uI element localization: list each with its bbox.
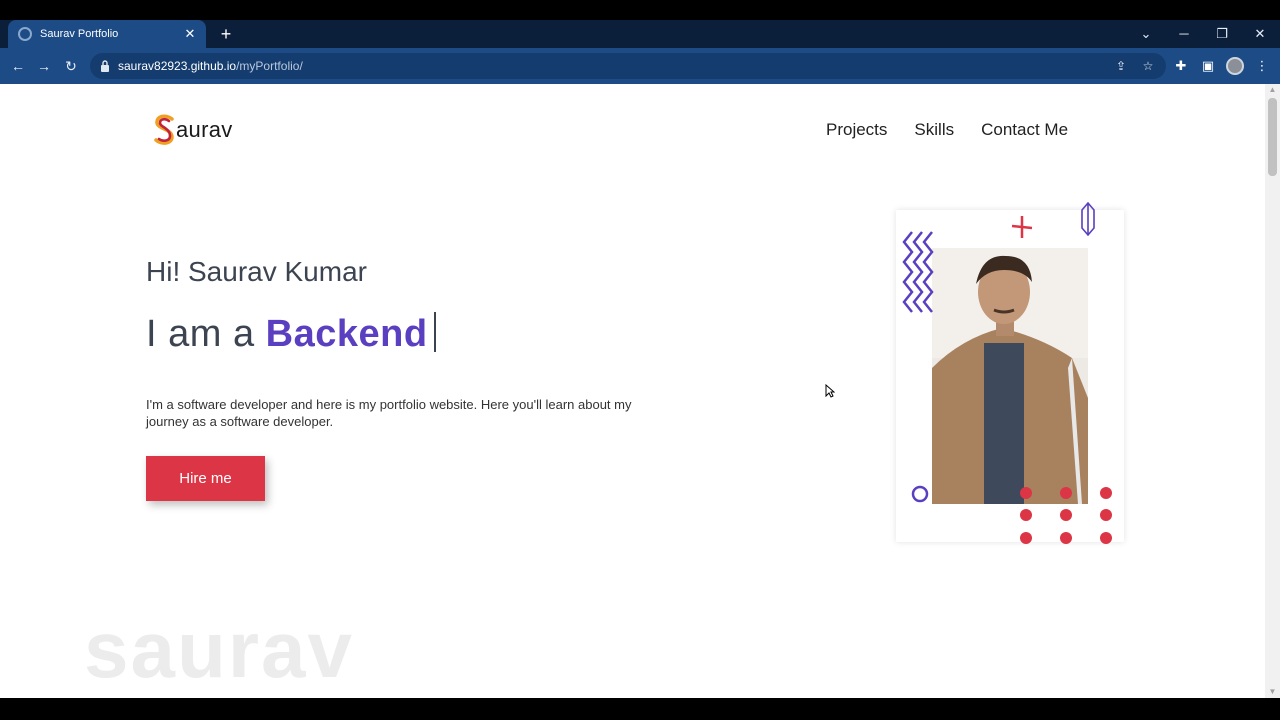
profile-avatar[interactable] bbox=[1226, 57, 1244, 75]
star-icon[interactable]: ☆ bbox=[1139, 57, 1157, 75]
screen-bottom-edge bbox=[0, 698, 1280, 720]
plus-decoration bbox=[1011, 216, 1033, 238]
zigzag-decoration bbox=[902, 231, 934, 313]
logo-s-icon bbox=[154, 114, 174, 145]
lock-icon bbox=[101, 60, 109, 72]
profile-photo-card bbox=[896, 202, 1124, 544]
mouse-cursor-icon bbox=[825, 384, 835, 398]
tab-saurav-portfolio[interactable]: Saurav Portfolio ✕ bbox=[8, 20, 206, 48]
close-icon[interactable]: ✕ bbox=[182, 26, 198, 42]
sidebar-icon[interactable]: ▣ bbox=[1198, 56, 1218, 76]
role-typed-text: Backend bbox=[265, 313, 428, 355]
tab-strip: Saurav Portfolio ✕ + ⌄ ─ ❐ ✕ bbox=[0, 20, 1280, 48]
new-tab-button[interactable]: + bbox=[216, 24, 236, 44]
scroll-down-icon[interactable]: ▼ bbox=[1265, 686, 1280, 698]
typing-caret bbox=[433, 312, 436, 352]
dots-decoration bbox=[1020, 487, 1112, 544]
scroll-up-icon[interactable]: ▲ bbox=[1265, 84, 1280, 96]
intro-text: I'm a software developer and here is my … bbox=[146, 397, 632, 429]
screen-top-edge bbox=[0, 0, 1280, 20]
scrollbar-thumb[interactable] bbox=[1268, 98, 1277, 176]
share-icon[interactable]: ⇪ bbox=[1112, 57, 1130, 75]
nav-skills[interactable]: Skills bbox=[914, 120, 954, 140]
extensions-icon[interactable]: ✚ bbox=[1171, 56, 1191, 76]
menu-icon[interactable]: ⋮ bbox=[1252, 56, 1272, 76]
page-viewport: aurav Projects Skills Contact Me Hi! Sau… bbox=[0, 84, 1280, 698]
forward-arrow-icon[interactable]: → bbox=[34, 56, 54, 76]
watermark-text: saurav bbox=[84, 605, 354, 694]
tab-search-icon[interactable]: ⌄ bbox=[1136, 24, 1156, 44]
url-text: saurav82923.github.io/myPortfolio/ bbox=[118, 59, 303, 73]
window-close-icon[interactable]: ✕ bbox=[1250, 24, 1270, 44]
circle-decoration bbox=[911, 485, 929, 503]
role-prefix: I am a bbox=[146, 313, 255, 355]
minimize-icon[interactable]: ─ bbox=[1174, 24, 1194, 44]
tab-title: Saurav Portfolio bbox=[40, 28, 119, 40]
crystal-decoration bbox=[1081, 202, 1095, 236]
hire-me-button[interactable]: Hire me bbox=[146, 456, 265, 501]
role-heading: I am a Backend bbox=[146, 312, 436, 356]
profile-photo bbox=[932, 248, 1088, 504]
site-nav: Projects Skills Contact Me bbox=[826, 120, 1095, 140]
page-scrollbar[interactable]: ▲ ▼ bbox=[1265, 84, 1280, 698]
toolbar: ← → ↻ saurav82923.github.io/myPortfolio/… bbox=[0, 48, 1280, 84]
globe-icon bbox=[18, 27, 32, 41]
address-bar[interactable]: saurav82923.github.io/myPortfolio/ ⇪ ☆ bbox=[90, 53, 1166, 79]
restore-icon[interactable]: ❐ bbox=[1212, 24, 1232, 44]
logo-text: aurav bbox=[176, 117, 233, 142]
nav-projects[interactable]: Projects bbox=[826, 120, 887, 140]
site-logo[interactable]: aurav bbox=[152, 112, 233, 148]
reload-icon[interactable]: ↻ bbox=[61, 56, 81, 76]
nav-contact-me[interactable]: Contact Me bbox=[981, 120, 1068, 140]
greeting-heading: Hi! Saurav Kumar bbox=[146, 256, 367, 287]
back-arrow-icon[interactable]: ← bbox=[8, 56, 28, 76]
